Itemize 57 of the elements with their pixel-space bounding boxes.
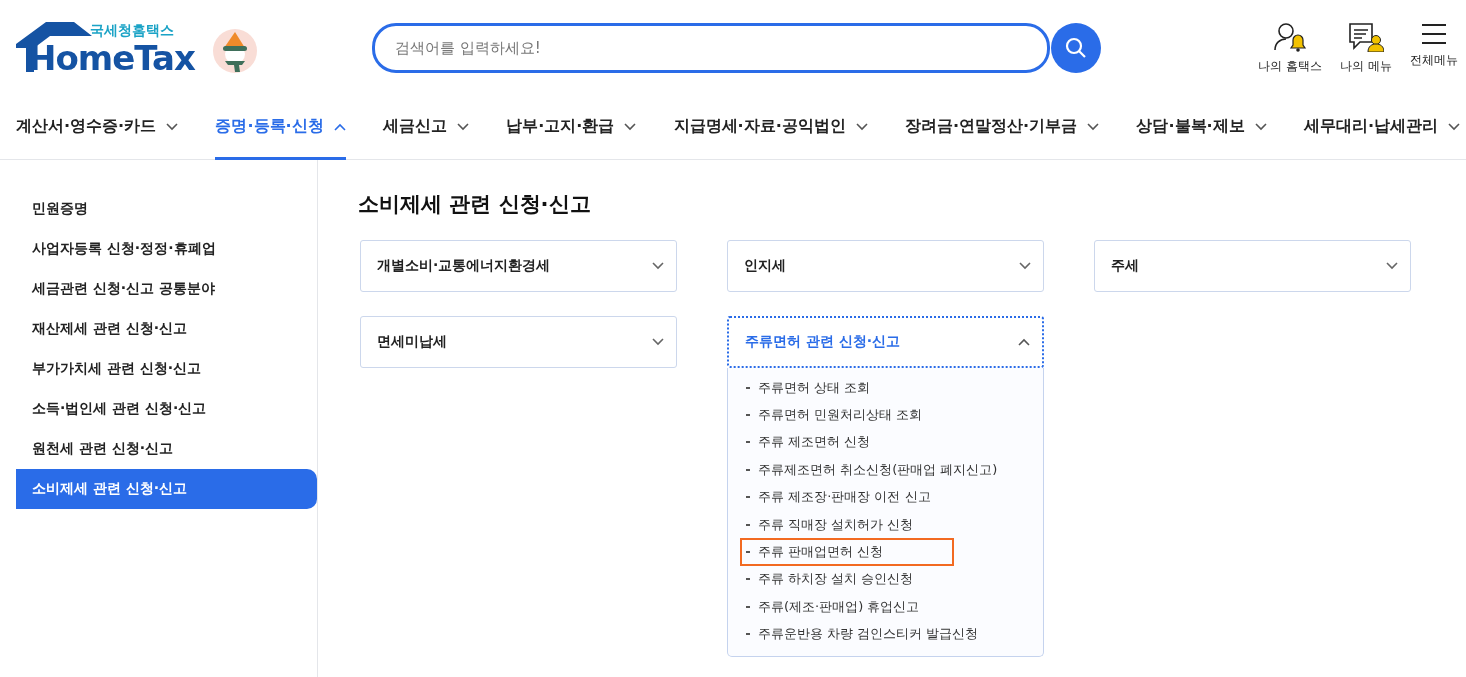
note-person-icon xyxy=(1348,21,1385,52)
menu-item[interactable]: 주류 직매장 설치허가 신청 xyxy=(740,510,920,539)
caret-down-icon xyxy=(1254,122,1267,131)
sidebar-item[interactable]: 재산제세 관련 신청·신고 xyxy=(16,309,317,349)
quick-link[interactable]: 나의 홈택스 xyxy=(1256,21,1325,75)
accordion-header[interactable]: 주세 xyxy=(1094,240,1411,292)
sidebar-item[interactable]: 세금관련 신청·신고 공통분야 xyxy=(16,269,317,309)
quick-link[interactable]: 나의 메뉴 xyxy=(1338,21,1394,75)
page-title: 소비제세 관련 신청·신고 xyxy=(358,191,592,218)
nav-tab[interactable]: 증명·등록·신청 xyxy=(215,96,346,160)
caret-down-icon xyxy=(1448,122,1460,131)
menu-item[interactable]: 주류제조면허 취소신청(판매업 폐지신고) xyxy=(740,456,1004,484)
accordion-header[interactable]: 인지세 xyxy=(727,240,1044,292)
sidebar-item[interactable]: 소비제세 관련 신청·신고 xyxy=(16,469,317,509)
caret-down-icon xyxy=(855,122,868,131)
caret-down-icon xyxy=(1019,262,1031,270)
logo-text[interactable]: HomeTax xyxy=(28,40,195,76)
menu-icon xyxy=(1420,21,1448,46)
sidebar-item[interactable]: 원천세 관련 신청·신고 xyxy=(16,429,317,469)
caret-down-icon xyxy=(456,122,469,131)
caret-down-icon xyxy=(1386,262,1398,270)
search-icon xyxy=(1065,37,1087,59)
menu-item[interactable]: 주류면허 민원처리상태 조회 xyxy=(740,401,929,429)
nav-tab[interactable]: 상담·불복·제보 xyxy=(1136,96,1267,160)
caret-up-icon xyxy=(1018,338,1030,346)
menu-item[interactable]: 주류(제조·판매업) 휴업신고 xyxy=(740,593,926,621)
sidebar-item[interactable]: 소득·법인세 관련 신청·신고 xyxy=(16,389,317,429)
nav-tab[interactable]: 납부·고지·환급 xyxy=(506,96,637,160)
search-field[interactable]: 검색어를 입력하세요! xyxy=(372,23,1050,73)
menu-item[interactable]: 주류 제조면허 신청 xyxy=(740,428,877,457)
caret-up-icon xyxy=(333,122,346,131)
accordion-header[interactable]: 개별소비·교통에너지환경세 xyxy=(360,240,677,292)
sidebar-item[interactable]: 부가가치세 관련 신청·신고 xyxy=(16,349,317,389)
nav-tab[interactable]: 계산서·영수증·카드 xyxy=(16,96,179,160)
menu-item[interactable]: 주류운반용 차량 검인스티커 발급신청 xyxy=(740,620,985,648)
menu-item[interactable]: 주류 판매업면허 신청 xyxy=(740,538,954,566)
menu-item[interactable]: 주류면허 상태 조회 xyxy=(740,374,877,402)
nav-tab[interactable]: 지급명세·자료·공익법인 xyxy=(673,96,868,160)
menu-item[interactable]: 주류 하치장 설치 승인신청 xyxy=(740,565,920,594)
menu-item[interactable]: 주류 제조장·판매장 이전 신고 xyxy=(740,483,937,511)
caret-down-icon xyxy=(624,122,637,131)
caret-down-icon xyxy=(1087,122,1100,131)
quick-link[interactable]: 전체메뉴 xyxy=(1408,21,1460,75)
search-button[interactable] xyxy=(1051,23,1101,73)
caret-down-icon xyxy=(652,338,664,346)
snowman-icon xyxy=(212,28,258,74)
nav-tab[interactable]: 장려금·연말정산·기부금 xyxy=(905,96,1100,160)
sidebar-item[interactable]: 민원증명 xyxy=(16,189,317,229)
sidebar-item[interactable]: 사업자등록 신청·정정·휴폐업 xyxy=(16,229,317,269)
user-bell-icon xyxy=(1273,21,1308,52)
caret-down-icon xyxy=(652,262,664,270)
accordion-header[interactable]: 주류면허 관련 신청·신고 xyxy=(727,316,1044,368)
accordion-header[interactable]: 면세미납세 xyxy=(360,316,677,368)
caret-down-icon xyxy=(166,122,179,131)
nav-tab[interactable]: 세금신고 xyxy=(382,96,469,160)
logo-subtitle: 국세청홈택스 xyxy=(90,22,174,40)
nav-tab[interactable]: 세무대리·납세관리 xyxy=(1303,96,1460,160)
